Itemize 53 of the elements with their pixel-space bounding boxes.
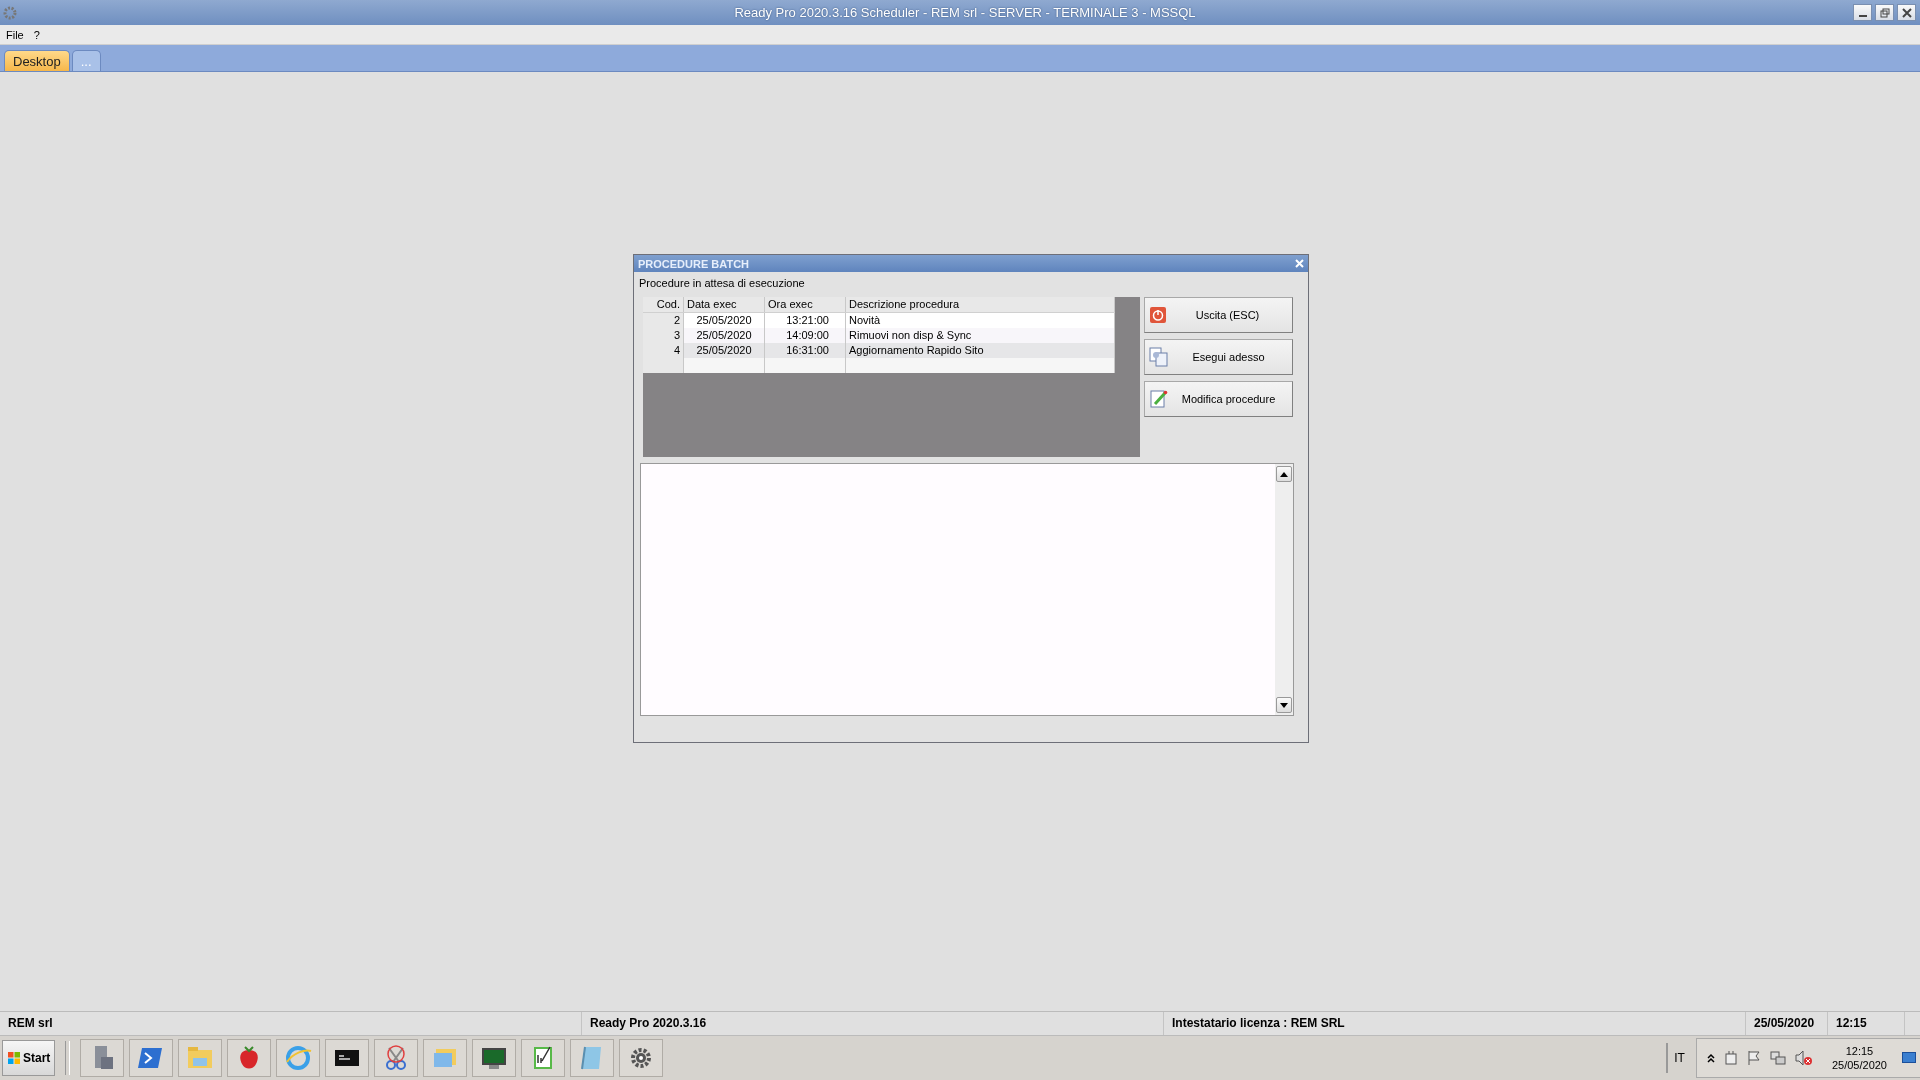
caption-label: Procedure in attesa di esecuzione (639, 277, 806, 289)
table-cell: 3 (643, 328, 684, 343)
strawberry-icon[interactable] (227, 1039, 272, 1077)
show-desktop-icon[interactable] (1902, 1052, 1916, 1064)
scroll-up-button[interactable] (1276, 466, 1292, 482)
scrollbar[interactable] (1275, 464, 1293, 715)
table-row[interactable]: 4 25/05/2020 16:31:00 Aggiornamento Rapido Sito (643, 343, 1115, 358)
chevron-icon[interactable] (1706, 1053, 1715, 1063)
restore-icon (1879, 7, 1890, 18)
status-field: 12:15 (1828, 1012, 1905, 1035)
column-header[interactable]: Cod. (643, 297, 684, 313)
down-arrow-icon (1280, 702, 1288, 708)
terminal-icon[interactable] (129, 1039, 174, 1077)
close-button[interactable] (1897, 4, 1916, 21)
scroll-down-button[interactable] (1276, 697, 1292, 713)
table-cell: 4 (643, 343, 684, 358)
action-button[interactable]: Modifica procedure (1144, 381, 1293, 417)
window-title: Ready Pro 2020.3.16 Scheduler - REM srl - SERVER - TERMINALE 3 - MSSQL (733, 5, 1197, 20)
monitor-icon[interactable] (472, 1039, 517, 1077)
dialog-title: PROCEDURE BATCH (638, 257, 750, 270)
console-icon[interactable] (325, 1039, 370, 1077)
menu-item[interactable]: File (6, 28, 24, 41)
close-icon (1901, 7, 1912, 18)
status-field: Ready Pro 2020.3.16 (582, 1012, 1164, 1035)
power-icon (1149, 306, 1167, 324)
column-header[interactable]: Data exec (683, 297, 765, 313)
action-button[interactable]: Uscita (ESC) (1144, 297, 1293, 333)
minimize-icon (1858, 14, 1867, 17)
speaker-muted-icon[interactable] (1794, 1050, 1813, 1066)
clock[interactable]: 12:15 25/05/2020 (1831, 1044, 1887, 1072)
action-button[interactable]: Esegui adesso (1144, 339, 1293, 375)
menu-item[interactable]: ? (33, 28, 40, 41)
tab[interactable]: Desktop (4, 50, 70, 71)
network-icon[interactable] (1769, 1050, 1786, 1066)
close-icon (1295, 259, 1304, 268)
up-arrow-icon (1280, 471, 1288, 477)
status-field: Intestatario licenza : REM SRL (1164, 1012, 1746, 1035)
restore-button[interactable] (1875, 4, 1894, 21)
edit-document-icon (1149, 389, 1169, 409)
status-field: REM srl (0, 1012, 582, 1035)
server-icon[interactable] (80, 1039, 125, 1077)
plug-icon[interactable] (1723, 1050, 1738, 1066)
documents-icon (1149, 347, 1169, 367)
status-field: 25/05/2020 (1746, 1012, 1828, 1035)
minimize-button[interactable] (1853, 4, 1872, 21)
start-button[interactable]: Start (2, 1040, 56, 1076)
chart-document-icon[interactable] (521, 1039, 566, 1077)
language-indicator[interactable]: IT (1666, 1043, 1691, 1073)
flag-icon[interactable] (1746, 1050, 1761, 1066)
table-row[interactable]: 3 25/05/2020 14:09:00 Rimuovi non disp & Sync (643, 328, 1115, 343)
column-header[interactable]: Descrizione procedura (845, 297, 1115, 313)
windows-logo-icon (7, 1051, 21, 1065)
column-header[interactable]: Ora exec (764, 297, 846, 313)
